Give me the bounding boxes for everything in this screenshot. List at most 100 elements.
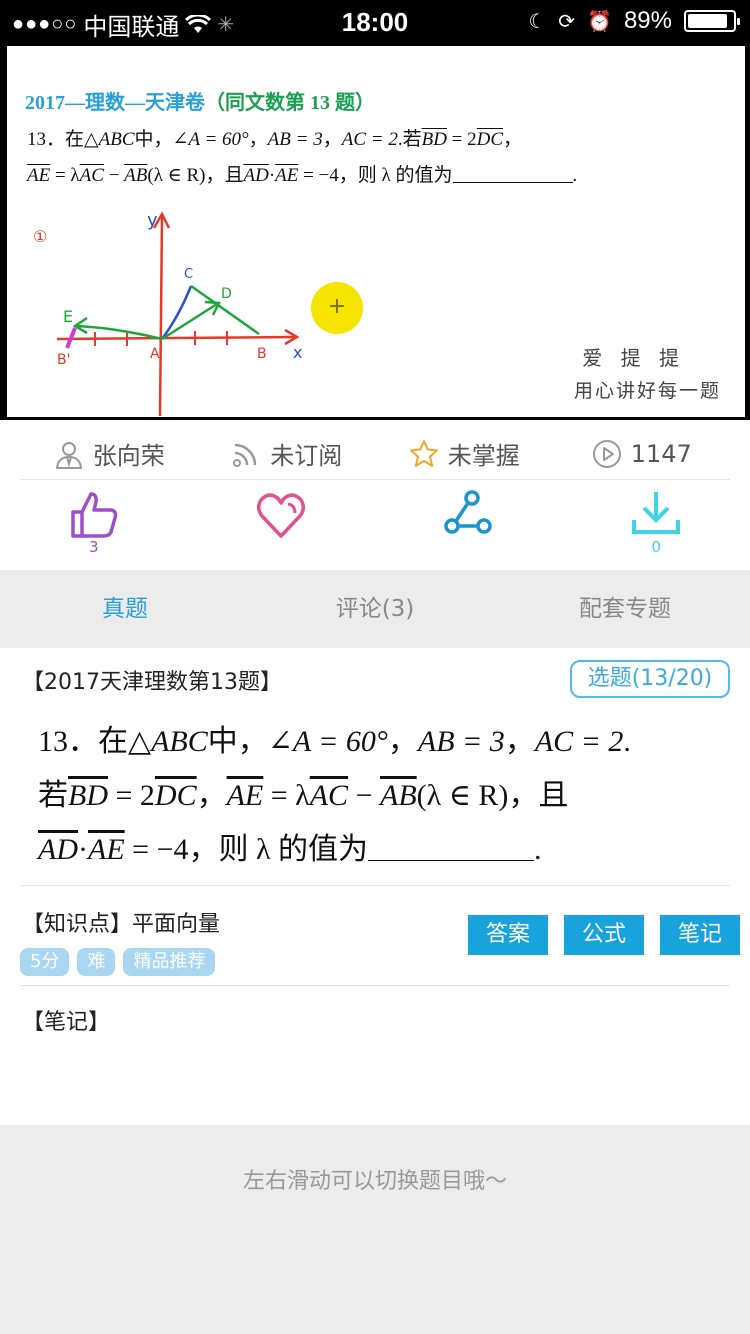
answer-blank [368,833,535,861]
text: (λ ∈ R)，且 [147,165,244,186]
vector: AC [79,165,104,186]
vector: AE [27,165,51,186]
text: ， [196,779,227,812]
text: 13．在 [27,129,85,150]
tab-question[interactable]: 真题 [0,570,250,648]
label-a: A [150,346,160,362]
math: ∠A = 60° [172,129,249,150]
math: AB = 3 [267,129,323,150]
question-header: 【2017天津理数第13题】 [22,670,282,695]
label-x: x [293,343,302,362]
text: · [78,833,88,866]
text: 中， [207,725,268,758]
question-line-2: 若BD = 2DC，AE = λAC − AB(λ ∈ R)，且 [38,770,568,814]
video-title: 2017—理数—天津卷（同文数第 13 题） [25,86,375,115]
label-y: y [147,210,158,231]
battery-percent: 89% [623,7,672,34]
author-info[interactable]: 张向荣 [20,428,198,479]
notes-button[interactable]: 笔记 [660,915,740,955]
tab-bar: 真题 评论(3) 配套专题 [0,570,750,648]
tab-related-topics[interactable]: 配套专题 [500,570,750,648]
vector: AC [309,779,349,812]
teacher-icon [55,441,82,469]
vector: AD [243,165,269,186]
watermark-slogan: 用心讲好每一题 [573,380,721,402]
vector: AB [380,779,417,812]
math: AC = 2 [534,725,624,758]
resource-buttons: 答案 公式 笔记 [468,915,740,955]
text: = −4，则 λ 的值为 [298,165,453,186]
text: (λ ∈ R)，且 [416,779,569,812]
vector: AE [88,833,125,866]
battery-icon [684,10,740,32]
math: ∠A = 60° [267,725,388,758]
select-question-button[interactable]: 选题(13/20) [570,660,730,698]
like-button[interactable]: 3 [0,482,188,568]
vector: DC [154,779,197,812]
question-line-3: AD·AE = −4，则 λ 的值为. [38,824,542,868]
vector: AE [226,779,264,812]
vector: BD [421,129,447,150]
answer-blank [452,165,573,183]
knowledge-point: 【知识点】平面向量 [22,912,221,937]
text: 中， [134,129,173,150]
text: = λ [50,165,80,186]
vector: DC [476,129,504,150]
label-step: ① [33,227,47,246]
text: .若 [397,129,422,150]
rss-icon [233,443,257,467]
vector: AE [275,165,299,186]
action-bar: 3 0 [0,482,750,568]
text: = 2 [446,129,477,150]
math: AB = 3 [417,725,505,758]
video-player[interactable]: 2017—理数—天津卷（同文数第 13 题） 13．在△ABC中，∠A = 60… [0,42,750,420]
label-c: C [184,267,193,282]
video-problem-line-2: AE = λAC − AB(λ ∈ R)，且AD·AE = −4，则 λ 的值为… [27,160,577,187]
math: △ABC [84,129,135,150]
share-button[interactable] [375,482,563,568]
play-count-value: 1147 [630,439,692,468]
video-title-sub: （同文数第 13 题） [205,92,375,114]
subscribe-status: 未订阅 [270,442,343,470]
text: . [534,833,542,866]
text: = λ [263,779,310,812]
label-b-prime: B' [57,352,70,368]
watermark-brand: 爱 提 提 [582,346,685,370]
vector: BD [68,779,108,812]
text: ， [503,129,523,150]
text: ， [322,129,342,150]
tag-difficulty: 难 [77,948,116,976]
download-button[interactable]: 0 [563,482,750,568]
label-d: D [221,286,232,302]
label-b: B [257,346,267,362]
mastery-toggle[interactable]: 未掌握 [375,428,553,479]
play-count: 1147 [553,428,731,479]
pointer-indicator [311,282,363,334]
tab-comments[interactable]: 评论(3) [250,570,500,648]
status-bar: ●●●○○ 中国联通 ✳ 18:00 ☾ ⟳ ⏰ 89% [0,0,750,42]
like-count: 3 [88,538,99,556]
divider [20,885,730,886]
formula-button[interactable]: 公式 [564,915,644,955]
favorite-button[interactable] [188,482,376,568]
text: . [572,165,578,186]
download-icon [632,492,681,534]
moon-icon: ☾ [528,10,547,33]
answer-button[interactable]: 答案 [468,915,548,955]
y-axis [158,215,164,416]
video-problem-line-1: 13．在△ABC中，∠A = 60°，AB = 3，AC = 2.若BD = 2… [27,124,522,151]
text: − [348,779,380,812]
text: 13．在 [38,725,128,758]
mastery-status: 未掌握 [447,442,520,470]
text: − [103,165,125,186]
divider [20,985,730,986]
math: AC = 2 [341,129,398,150]
battery-fill [688,14,728,28]
text: . [623,725,631,758]
tag-list: 5分 难 精品推荐 [20,948,216,976]
alarm-icon: ⏰ [587,10,612,33]
thumbs-up-icon [71,492,117,538]
subscribe-toggle[interactable]: 未订阅 [198,428,376,479]
download-count: 0 [651,538,662,556]
video-title-main: 2017—理数—天津卷 [25,92,205,114]
